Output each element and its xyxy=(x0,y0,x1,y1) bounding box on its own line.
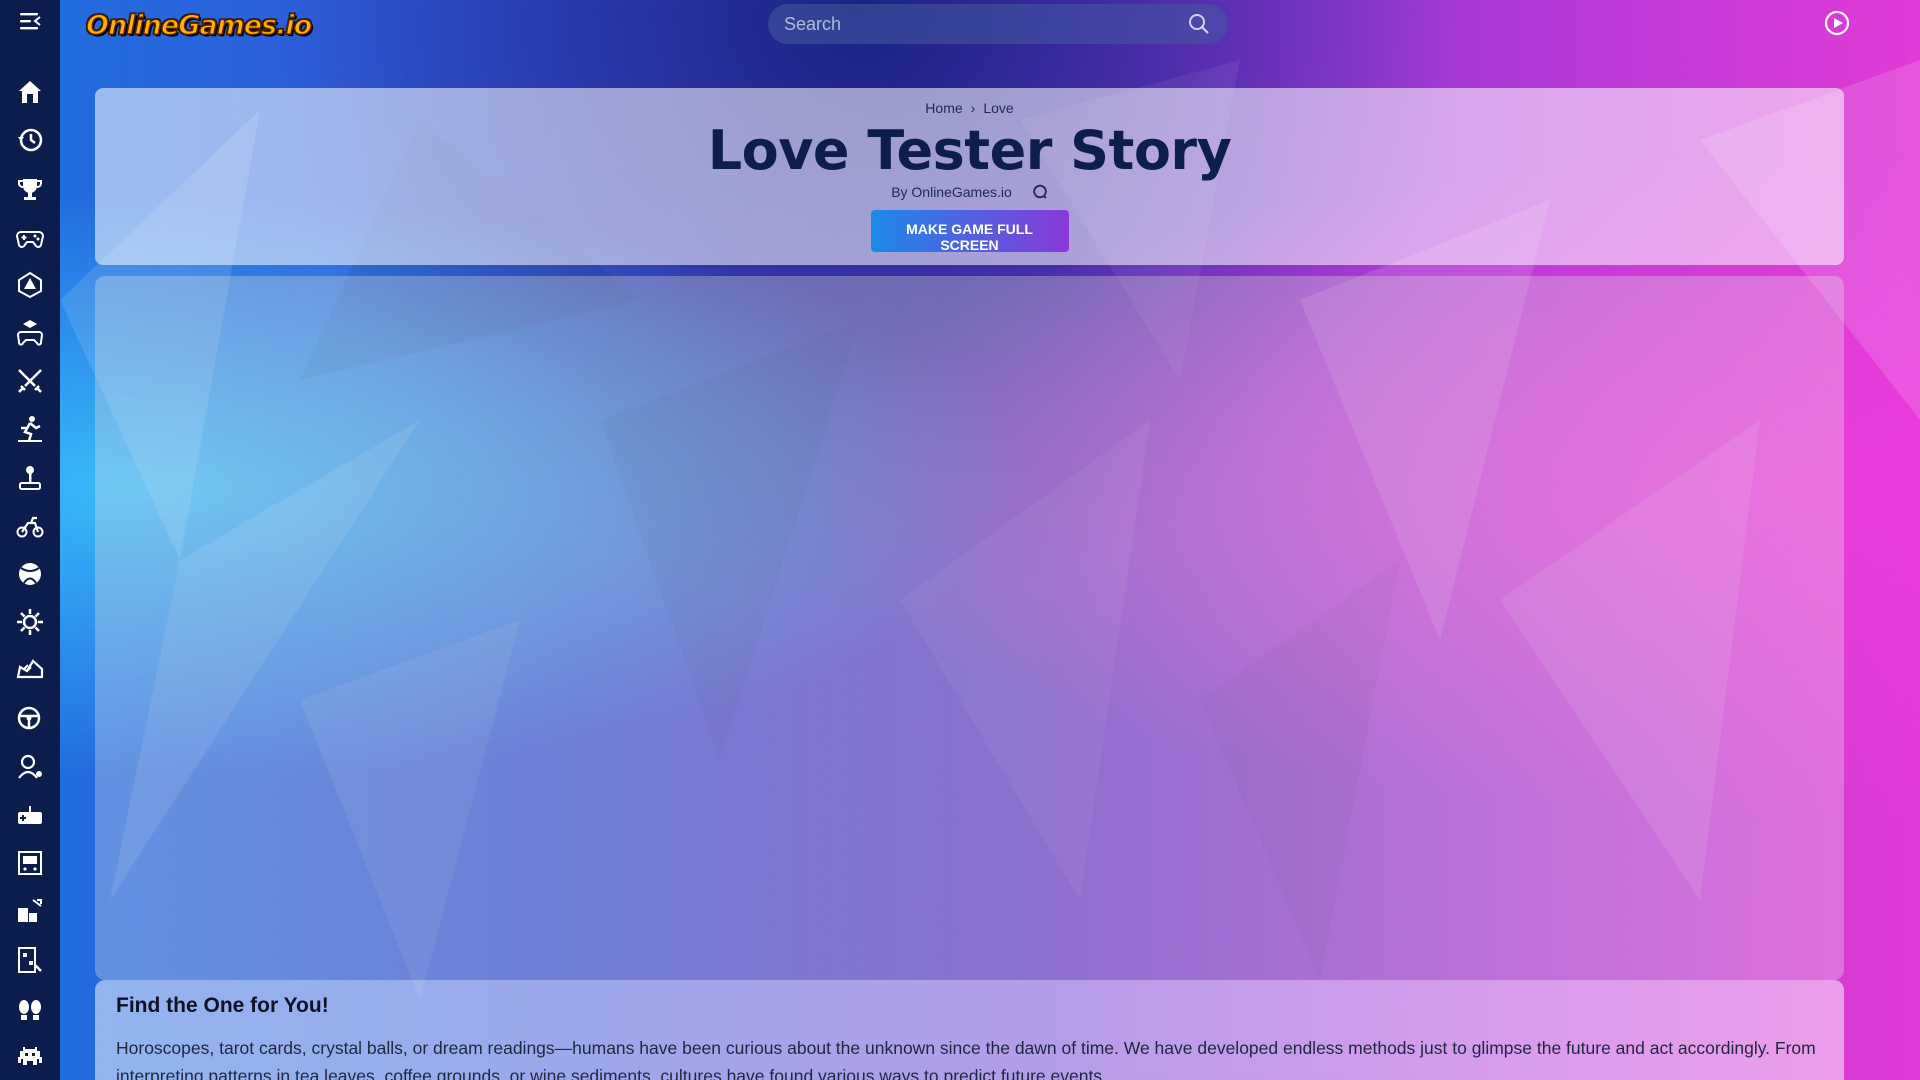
description-heading: Find the One for You! xyxy=(116,994,329,1017)
sidebar-item-puzzle[interactable] xyxy=(0,935,60,983)
motorbike-icon xyxy=(16,516,44,538)
game-frame-overlay xyxy=(95,276,1844,980)
play-icon[interactable] xyxy=(1824,10,1850,36)
byline-text: By OnlineGames.io xyxy=(891,184,1012,200)
sidebar-item-running[interactable] xyxy=(0,646,60,694)
arcade-icon xyxy=(18,851,42,876)
sidebar-item-retro[interactable] xyxy=(0,791,60,839)
search-input[interactable] xyxy=(784,13,1186,35)
sidebar-item-recent[interactable] xyxy=(0,116,60,164)
sidebar xyxy=(0,0,60,1080)
game-frame[interactable] xyxy=(95,276,1844,980)
search-button[interactable] xyxy=(1186,11,1212,37)
sidebar-item-strategy[interactable] xyxy=(0,598,60,646)
menu-toggle-button[interactable] xyxy=(0,0,60,42)
page-title: Love Tester Story xyxy=(707,119,1232,182)
puzzle-icon xyxy=(18,946,42,973)
sidebar-item-battle[interactable] xyxy=(0,357,60,405)
breadcrumb-home-link[interactable]: Home xyxy=(925,100,962,116)
swords-icon xyxy=(18,369,42,394)
site-logo[interactable]: OnlineGames.io xyxy=(85,6,313,44)
search-icon xyxy=(1189,14,1209,34)
runner-icon xyxy=(18,416,42,443)
alien-icon xyxy=(18,1046,42,1065)
footprints-icon xyxy=(19,999,41,1020)
gamepad-icon xyxy=(15,230,45,248)
fullscreen-button[interactable]: MAKE GAME FULL SCREEN xyxy=(870,210,1069,253)
byline: By OnlineGames.io xyxy=(95,184,1844,200)
sidebar-item-two-player[interactable] xyxy=(0,984,60,1032)
breadcrumb: Home › Love xyxy=(95,100,1844,116)
sidebar-item-driving[interactable] xyxy=(0,695,60,743)
breadcrumb-category-link[interactable]: Love xyxy=(983,100,1013,116)
sidebar-item-arcade[interactable] xyxy=(0,454,60,502)
gear-icon xyxy=(17,609,43,636)
retro-controller-icon xyxy=(18,805,42,824)
sidebar-item-girls[interactable] xyxy=(0,743,60,791)
game-header-card: Home › Love Love Tester Story By OnlineG… xyxy=(95,88,1844,265)
sidebar-item-ball[interactable] xyxy=(0,550,60,598)
character-icon xyxy=(18,754,42,779)
ball-icon xyxy=(19,563,41,586)
history-icon xyxy=(18,129,43,152)
description-card: Find the One for You! Horoscopes, tarot … xyxy=(95,980,1844,1080)
menu-icon xyxy=(20,13,41,30)
search-bar xyxy=(768,4,1228,44)
sidebar-item-building[interactable] xyxy=(0,887,60,935)
steering-wheel-icon xyxy=(17,706,41,729)
controller-cube-icon xyxy=(16,320,44,346)
logo-text: OnlineGames.io xyxy=(85,9,313,42)
sidebar-item-action[interactable] xyxy=(0,213,60,261)
sidebar-item-pixel[interactable] xyxy=(0,1032,60,1080)
sidebar-item-multiplayer[interactable] xyxy=(0,839,60,887)
top-bar: OnlineGames.io xyxy=(60,0,1920,50)
breadcrumb-separator: › xyxy=(970,100,976,116)
sidebar-item-3d[interactable] xyxy=(0,309,60,357)
sidebar-item-sports[interactable] xyxy=(0,405,60,453)
home-icon xyxy=(19,81,41,104)
trophy-icon xyxy=(18,178,42,200)
description-text: Horoscopes, tarot cards, crystal balls, … xyxy=(116,1038,1816,1080)
sidebar-item-bike[interactable] xyxy=(0,502,60,550)
dice-icon xyxy=(18,271,42,299)
sidebar-item-home[interactable] xyxy=(0,68,60,116)
sidebar-item-top[interactable] xyxy=(0,164,60,212)
joystick-icon xyxy=(19,465,41,490)
blocks-icon xyxy=(18,899,42,923)
shoe-icon xyxy=(16,659,44,679)
sidebar-item-board[interactable] xyxy=(0,261,60,309)
comment-icon[interactable] xyxy=(1032,184,1048,200)
